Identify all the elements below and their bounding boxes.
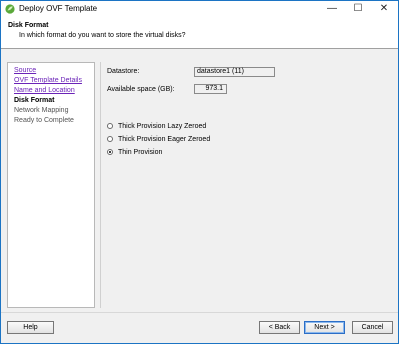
wizard-header: Disk Format In which format do you want … (1, 17, 398, 49)
datastore-label: Datastore: (107, 68, 140, 75)
available-space-field: 973.1 (194, 84, 227, 94)
option-label: Thick Provision Lazy Zeroed (118, 122, 207, 130)
radio-button[interactable] (107, 136, 113, 142)
radio-button[interactable] (107, 123, 113, 129)
wizard-content: Source OVF Template Details Name and Loc… (1, 49, 398, 312)
title-bar[interactable]: Deploy OVF Template — ☐ ✕ (1, 1, 398, 17)
step-source[interactable]: Source (14, 66, 88, 76)
available-space-label: Available space (GB): (107, 86, 175, 93)
back-button[interactable]: < Back (259, 321, 300, 334)
window-title: Deploy OVF Template (19, 4, 98, 13)
thick-eager-zeroed-option[interactable]: Thick Provision Eager Zeroed (107, 134, 210, 144)
page-title: Disk Format (8, 22, 49, 29)
step-ready-to-complete: Ready to Complete (14, 117, 74, 124)
close-button[interactable]: ✕ (371, 1, 397, 17)
step-network-mapping: Network Mapping (14, 107, 69, 114)
minimize-button[interactable]: — (319, 1, 345, 17)
step-disk-format: Disk Format (14, 97, 55, 104)
cancel-button[interactable]: Cancel (352, 321, 393, 334)
disk-format-panel: Datastore: datastore1 (11) Available spa… (100, 62, 392, 308)
option-label: Thin Provision (118, 148, 163, 156)
wizard-steps-nav: Source OVF Template Details Name and Loc… (7, 62, 95, 308)
next-button[interactable]: Next > (304, 321, 345, 334)
thin-provision-option[interactable]: Thin Provision (107, 147, 162, 157)
thick-lazy-zeroed-option[interactable]: Thick Provision Lazy Zeroed (107, 121, 206, 131)
footer-divider (1, 312, 398, 313)
step-name-and-location[interactable]: Name and Location (14, 86, 88, 96)
help-button[interactable]: Help (7, 321, 54, 334)
page-subtitle: In which format do you want to store the… (19, 32, 186, 39)
maximize-button[interactable]: ☐ (345, 1, 371, 17)
option-label: Thick Provision Eager Zeroed (118, 135, 211, 143)
datastore-field: datastore1 (11) (194, 67, 275, 77)
step-ovf-template-details[interactable]: OVF Template Details (14, 76, 88, 86)
deploy-ovf-dialog: Deploy OVF Template — ☐ ✕ Disk Format In… (0, 0, 399, 344)
vsphere-leaf-icon (5, 4, 15, 14)
radio-button-selected[interactable] (107, 149, 113, 155)
